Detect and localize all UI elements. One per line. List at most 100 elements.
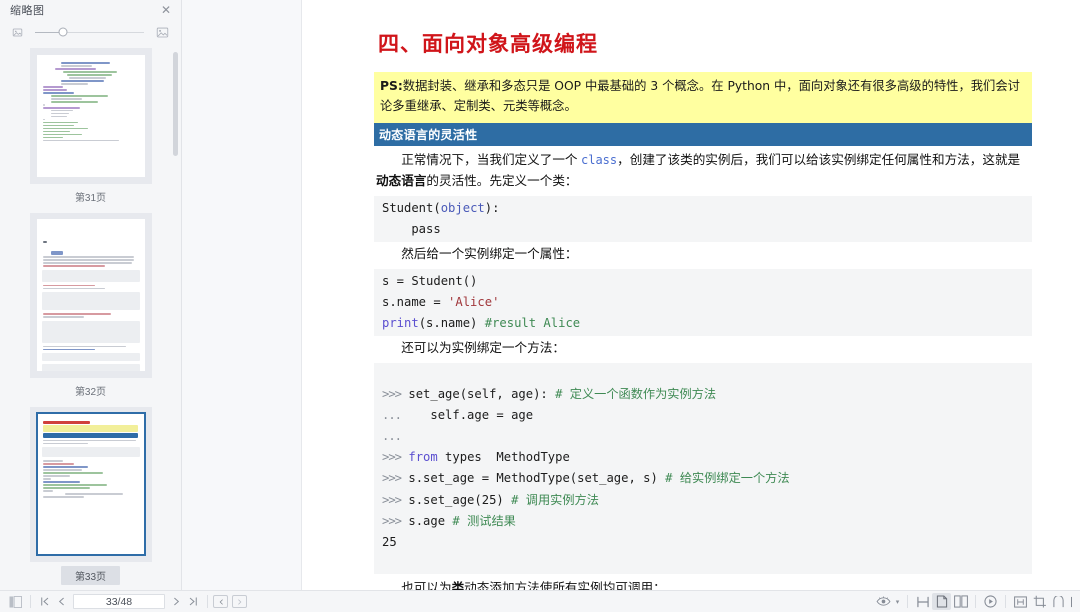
divider <box>207 595 208 608</box>
code-line: print(s.name) #result Alice <box>382 313 1024 334</box>
code-comment: # 给实例绑定一个方法 <box>665 471 790 486</box>
code-string: 'Alice' <box>448 295 500 310</box>
code-line: >>> s.set_age = MethodType(set_age, s) #… <box>382 468 1024 489</box>
thumbnail-preview <box>36 219 145 372</box>
code-comment: # 定义一个函数作为实例方法 <box>555 386 717 401</box>
code-spacer <box>374 362 1032 380</box>
note-bold: 类 <box>451 580 465 590</box>
code-block-2: s = Student() s.name = 'Alice' print(s.n… <box>374 269 1032 337</box>
code-line: >>> set_age(self, age): # 定义一个函数作为实例方法 <box>382 384 1024 405</box>
para-part2: ，创建了该类的实例后，我们可以给该实例绑定任何属性和方法，这就是 <box>617 152 1021 167</box>
thumbnail-list[interactable]: 第31页 第32页 第33页 <box>0 44 181 590</box>
eye-view-icon[interactable] <box>874 593 893 610</box>
main-content-row: 缩略图 ✕ 第31页 第32页 第33页 四、面向对象高级编程 PS:数据封装、… <box>0 0 1080 590</box>
code-comment: #result Alice <box>484 316 581 331</box>
nav-first-page-button[interactable] <box>36 595 53 609</box>
thumbnail-preview-selected <box>35 412 146 557</box>
code-line: >>> s.set_age(25) # 调用实例方法 <box>382 490 1024 511</box>
ps-text: 数据封装、继承和多态只是 OOP 中最基础的 3 个概念。在 Python 中，… <box>380 79 1020 113</box>
code-line: ... self.age = age <box>382 405 1024 426</box>
code-line: ... <box>382 426 1024 447</box>
ps-note-box: PS:数据封装、继承和多态只是 OOP 中最基础的 3 个概念。在 Python… <box>374 72 1032 123</box>
thumbnail-label: 第31页 <box>74 192 107 204</box>
split-view-icon[interactable] <box>913 593 932 610</box>
viewer-left-margin <box>182 0 302 590</box>
code-text: s.set_age(25) <box>401 492 512 507</box>
code-args: (s.name) <box>418 316 485 331</box>
page-indicator[interactable]: 33/48 <box>73 594 165 609</box>
page-content: 四、面向对象高级编程 PS:数据封装、继承和多态只是 OOP 中最基础的 3 个… <box>302 0 1080 590</box>
thumbnail-panel-icon[interactable] <box>6 593 25 610</box>
para-part3: 的灵活性。先定义一个类： <box>426 174 578 189</box>
code-token-student: Student <box>382 201 434 216</box>
code-token-object: object <box>440 201 485 216</box>
fit-right-icon[interactable] <box>232 595 247 608</box>
thumbnail-item[interactable]: 第32页 <box>0 212 181 407</box>
thumbnail-card[interactable] <box>29 406 152 562</box>
bottom-toolbar: 33/48 ▾ <box>0 590 1080 612</box>
code-comment: # 测试结果 <box>452 513 516 528</box>
fit-page-icon[interactable] <box>1011 593 1030 610</box>
thumbnail-card[interactable] <box>29 47 152 184</box>
code-line: pass <box>382 222 441 237</box>
image-small-icon[interactable] <box>12 27 23 38</box>
chevron-down-icon[interactable]: ▾ <box>893 593 902 610</box>
prompt: >>> <box>382 471 402 486</box>
code-comment: # 调用实例方法 <box>511 492 599 507</box>
close-icon[interactable]: ✕ <box>159 3 173 17</box>
divider <box>975 595 976 608</box>
thumbnail-preview <box>36 54 145 177</box>
thumbnail-size-slider[interactable] <box>35 27 144 37</box>
code-line-output: 25 <box>382 534 397 549</box>
note-class-method: 也可以为类动态添加方法使所有实例均可调用： <box>374 574 1032 590</box>
thumbnail-card[interactable] <box>29 212 152 378</box>
nav-prev-page-button[interactable] <box>53 595 70 609</box>
divider <box>1005 595 1006 608</box>
prompt: >>> <box>382 513 402 528</box>
code-text: s.age <box>401 513 453 528</box>
code-text: s.set_age = MethodType(set_age, s) <box>401 471 666 486</box>
code-fn-print: print <box>382 316 419 331</box>
code-keyword-from: from <box>408 450 438 465</box>
fit-left-icon[interactable] <box>213 595 228 608</box>
code-block-3: >>> set_age(self, age): # 定义一个函数作为实例方法 .… <box>374 379 1032 557</box>
thumbnail-scrollbar[interactable] <box>173 51 178 156</box>
code-line: Student(object): <box>382 198 1024 219</box>
thumbnail-panel: 缩略图 ✕ 第31页 第32页 第33页 <box>0 0 182 590</box>
nav-next-page-button[interactable] <box>168 595 185 609</box>
thumbnail-label-selected: 第33页 <box>60 565 121 585</box>
code-token-tail: ): <box>484 201 500 216</box>
note-post: 动态添加方法使所有实例均可调用： <box>464 580 666 590</box>
document-page: 四、面向对象高级编程 PS:数据封装、继承和多态只是 OOP 中最基础的 3 个… <box>302 0 1080 590</box>
prompt: >>> <box>382 492 402 507</box>
single-page-icon[interactable] <box>932 593 951 610</box>
prompt: >>> <box>382 386 402 401</box>
section-heading-bar: 动态语言的灵活性 <box>374 122 1032 146</box>
note-bind-method: 还可以为实例绑定一个方法： <box>401 341 565 356</box>
code-line: s = Student() <box>382 274 478 288</box>
divider <box>907 595 908 608</box>
nav-last-page-button[interactable] <box>185 595 202 609</box>
thumbnail-panel-header: 缩略图 ✕ <box>0 0 181 21</box>
thumbnail-item[interactable]: 第31页 <box>0 47 181 213</box>
thumbnail-label: 第32页 <box>74 386 107 398</box>
note-after-class: 然后给一个实例绑定一个属性： <box>401 247 578 262</box>
thumbnail-zoom-toolbar <box>0 20 181 44</box>
para-part1: 正常情况下，当我们定义了一个 <box>401 152 581 167</box>
overflow-icon[interactable] <box>1068 593 1074 610</box>
note-pre: 也可以为 <box>401 580 452 590</box>
para-bold1: 动态语言 <box>376 174 427 189</box>
crop-icon[interactable] <box>1030 593 1049 610</box>
code-line: s.name = 'Alice' <box>382 292 1024 313</box>
measure-icon[interactable] <box>1049 593 1068 610</box>
double-page-icon[interactable] <box>951 593 970 610</box>
thumbnail-item-selected[interactable]: 第33页 <box>0 406 181 590</box>
prompt: ... <box>382 429 402 444</box>
ps-label: PS: <box>380 79 403 93</box>
code-assign: s.name = <box>382 295 449 310</box>
slider-handle[interactable] <box>58 27 68 37</box>
presentation-play-icon[interactable] <box>981 593 1000 610</box>
code-block-1: Student(object): pass <box>374 196 1032 243</box>
inline-keyword-class: class <box>581 152 618 167</box>
image-large-icon[interactable] <box>156 26 169 39</box>
